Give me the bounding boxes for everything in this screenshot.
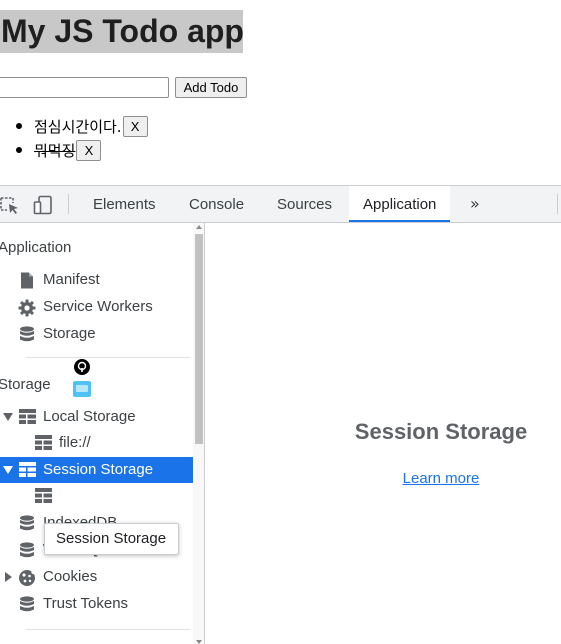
table-grid-icon (35, 435, 52, 454)
list-item: 뭐먹징 X (16, 138, 148, 162)
devtools-panel: Elements Console Sources Application » A… (0, 185, 561, 644)
sidebar-item-label: Manifest (43, 271, 100, 288)
more-tabs-icon[interactable]: » (470, 186, 480, 222)
list-item: 점심시간이다. X (16, 114, 148, 138)
delete-todo-button[interactable]: X (122, 115, 148, 137)
section-title-application: Application (0, 239, 72, 256)
sidebar-item-label: Storage (43, 325, 96, 342)
tab-console[interactable]: Console (175, 186, 258, 222)
inspect-element-icon[interactable] (0, 195, 20, 219)
screen-assistant-icon (72, 359, 92, 403)
table-grid-icon (19, 462, 36, 481)
todo-text: 뭐먹징 (34, 141, 76, 160)
bullet-icon (16, 123, 22, 129)
todo-input[interactable] (0, 77, 169, 98)
sidebar-item-label: Trust Tokens (43, 595, 129, 612)
scroll-down-icon[interactable] (196, 640, 202, 644)
sidebar-item-local-storage[interactable]: Local Storage (0, 404, 194, 430)
sidebar-item-cookies[interactable]: Cookies (0, 564, 194, 590)
application-sidebar: Application Manifest Service Workers Sto… (0, 223, 205, 644)
storage-view-pane: Session Storage Learn more (206, 223, 561, 644)
sidebar-item-label: Cookies (43, 568, 98, 585)
toolbar-divider (68, 194, 69, 214)
bullet-icon (16, 147, 22, 153)
database-icon (19, 326, 35, 347)
database-icon (19, 542, 35, 563)
sidebar-item-storage[interactable]: Storage (0, 321, 194, 347)
empty-view-title: Session Storage (354, 419, 528, 444)
sidebar-item-session-storage-origin[interactable] (0, 483, 194, 509)
page-title: My JS Todo app (0, 10, 243, 53)
device-toolbar-icon[interactable] (33, 195, 53, 219)
cookie-icon (18, 569, 36, 591)
todo-text: 점심시간이다. (34, 117, 122, 136)
sidebar-item-trust-tokens[interactable]: Trust Tokens (0, 591, 194, 617)
sidebar-item-session-storage[interactable]: Session Storage (0, 457, 194, 483)
expand-arrow-icon[interactable] (5, 572, 12, 582)
learn-more-link[interactable]: Learn more (206, 470, 561, 487)
database-icon (19, 596, 35, 617)
sidebar-item-label: file:// (59, 434, 91, 451)
delete-todo-button[interactable]: X (76, 139, 102, 161)
sidebar-item-label: Session Storage (43, 461, 154, 478)
section-divider (26, 357, 190, 358)
tab-application[interactable]: Application (349, 186, 451, 222)
tab-elements[interactable]: Elements (79, 186, 170, 222)
toolbar-divider (557, 194, 558, 214)
database-icon (19, 515, 35, 536)
sidebar-item-local-storage-origin[interactable]: file:// (0, 430, 194, 456)
section-title-storage: Storage (0, 376, 51, 393)
sidebar-item-service-workers[interactable]: Service Workers (0, 294, 194, 320)
tooltip: Session Storage (44, 523, 179, 555)
file-icon (19, 272, 35, 293)
scroll-up-icon[interactable] (196, 225, 202, 229)
expand-arrow-icon[interactable] (3, 413, 13, 421)
sidebar-item-label: Service Workers (43, 298, 153, 315)
section-divider (26, 629, 190, 630)
sidebar-item-label: Local Storage (43, 408, 136, 425)
add-todo-button[interactable]: Add Todo (175, 77, 247, 98)
devtools-tab-bar: Elements Console Sources Application » (0, 186, 561, 223)
tab-sources[interactable]: Sources (263, 186, 346, 222)
todo-list: 점심시간이다. X 뭐먹징 X (16, 114, 148, 162)
table-grid-icon (19, 409, 36, 428)
sidebar-item-manifest[interactable]: Manifest (0, 267, 194, 293)
table-grid-icon (35, 488, 52, 507)
expand-arrow-icon[interactable] (3, 466, 13, 474)
scrollbar-thumb[interactable] (195, 234, 203, 444)
gear-icon (18, 299, 36, 321)
